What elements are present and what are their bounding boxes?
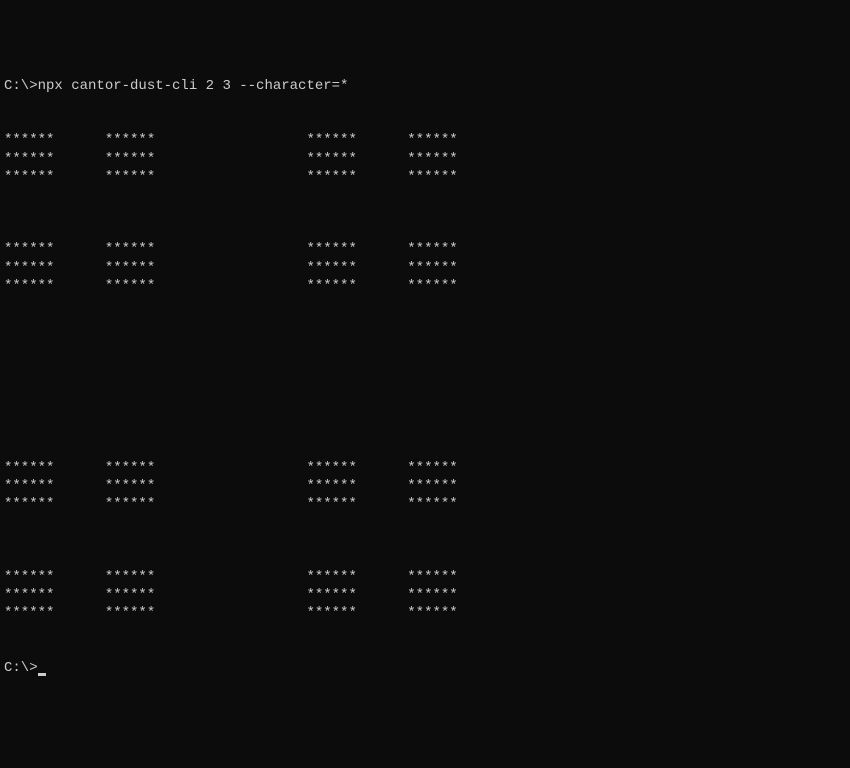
output-line — [4, 550, 846, 568]
output-line — [4, 331, 846, 349]
command-line: C:\>npx cantor-dust-cli 2 3 --character=… — [4, 77, 846, 95]
command-text: npx cantor-dust-cli 2 3 --character=* — [38, 78, 349, 94]
output-line — [4, 386, 846, 404]
output-line — [4, 622, 846, 640]
output-line — [4, 404, 846, 422]
output-line: ****** ****** ****** ****** — [4, 477, 846, 495]
output-line — [4, 295, 846, 313]
output-line — [4, 422, 846, 440]
output-line — [4, 313, 846, 331]
output-line — [4, 186, 846, 204]
output-line — [4, 441, 846, 459]
output-line: ****** ****** ****** ****** — [4, 459, 846, 477]
output-line: ****** ****** ****** ****** — [4, 277, 846, 295]
prompt-line[interactable]: C:\> — [4, 659, 846, 677]
output-line: ****** ****** ****** ****** — [4, 586, 846, 604]
output-line — [4, 113, 846, 131]
command-output: ****** ****** ****** ************ ******… — [4, 113, 846, 640]
cursor — [38, 673, 46, 676]
output-line — [4, 368, 846, 386]
output-line: ****** ****** ****** ****** — [4, 568, 846, 586]
output-line — [4, 204, 846, 222]
output-line — [4, 222, 846, 240]
output-line: ****** ****** ****** ****** — [4, 495, 846, 513]
output-line — [4, 513, 846, 531]
output-line: ****** ****** ****** ****** — [4, 259, 846, 277]
prompt: C:\> — [4, 660, 38, 676]
output-line: ****** ****** ****** ****** — [4, 150, 846, 168]
output-line: ****** ****** ****** ****** — [4, 604, 846, 622]
output-line: ****** ****** ****** ****** — [4, 168, 846, 186]
output-line — [4, 350, 846, 368]
output-line: ****** ****** ****** ****** — [4, 240, 846, 258]
output-line: ****** ****** ****** ****** — [4, 131, 846, 149]
prompt: C:\> — [4, 78, 38, 94]
